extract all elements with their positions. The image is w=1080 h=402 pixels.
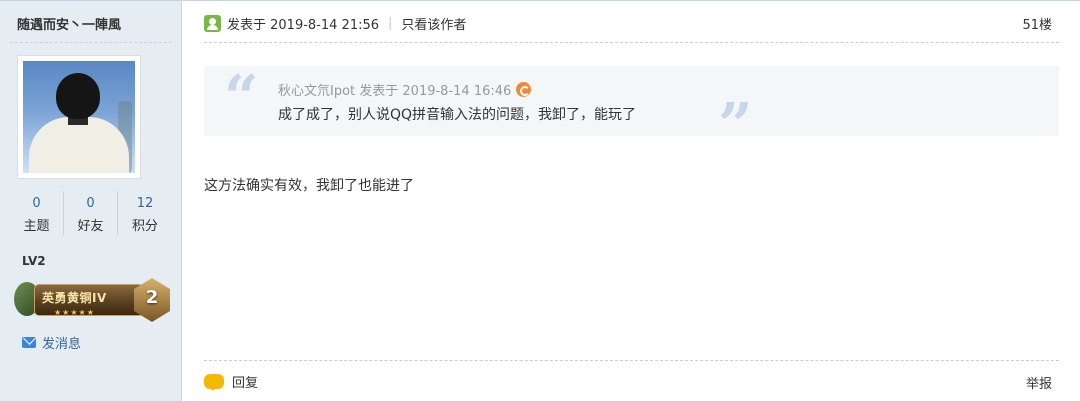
forum-post: 随遇而安丶一陣風 0 主题 0 好友 12 积分 LV2 英勇黄铜IV ★★★★… [0, 0, 1080, 402]
avatar-image [23, 61, 135, 173]
divider [204, 42, 1059, 43]
author-panel: 随遇而安丶一陣風 0 主题 0 好友 12 积分 LV2 英勇黄铜IV ★★★★… [0, 1, 182, 401]
avatar[interactable] [17, 55, 141, 179]
floor-number[interactable]: 51楼 [1022, 14, 1052, 33]
user-level: LV2 [22, 254, 46, 268]
rank-badge: 英勇黄铜IV ★★★★★ 2 [14, 278, 170, 324]
author-stats: 0 主题 0 好友 12 积分 [10, 191, 172, 235]
author-name[interactable]: 随遇而安丶一陣風 [17, 14, 121, 33]
stat-value: 12 [136, 196, 154, 211]
quote-header: 秋心文氘Ipot 发表于 2019-8-14 16:46 [278, 80, 532, 99]
post-body: 这方法确实有效，我卸了也能进了 [204, 178, 414, 194]
mail-icon [22, 337, 36, 348]
jump-to-post-icon[interactable] [516, 82, 532, 97]
quote-header-text: 秋心文氘Ipot 发表于 2019-8-14 16:46 [278, 84, 512, 99]
stat-label: 主题 [23, 219, 50, 234]
stat-label: 积分 [131, 219, 158, 234]
send-message-link[interactable]: 发消息 [22, 333, 81, 352]
author-only-link[interactable]: 只看该作者 [401, 14, 466, 33]
online-status-icon [204, 15, 221, 32]
quote-text: 成了成了，别人说QQ拼音输入法的问题，我卸了，能玩了 [278, 107, 637, 123]
quote-block: “ 秋心文氘Ipot 发表于 2019-8-14 16:46 成了成了，别人说Q… [204, 63, 1059, 156]
quote-close-icon: ” [718, 91, 753, 161]
reply-icon [204, 374, 224, 391]
stat-threads[interactable]: 0 主题 [10, 191, 64, 235]
send-message-label: 发消息 [42, 337, 82, 352]
quote-open-icon: “ [224, 63, 259, 133]
badge-title: 英勇黄铜IV [42, 291, 107, 305]
stat-label: 好友 [77, 219, 104, 234]
meta-separator: | [388, 16, 393, 31]
badge-tier: 2 [145, 287, 159, 308]
stat-points[interactable]: 12 积分 [118, 191, 172, 235]
post-meta: 发表于 2019-8-14 21:56 | 只看该作者 [204, 14, 466, 33]
divider [10, 42, 172, 43]
reply-label: 回复 [232, 376, 259, 391]
badge-stars: ★★★★★ [54, 308, 95, 317]
post-time: 发表于 2019-8-14 21:56 [227, 18, 380, 33]
report-button[interactable]: 举报 [1026, 373, 1052, 392]
divider [204, 360, 1059, 361]
post-content: 发表于 2019-8-14 21:56 | 只看该作者 51楼 “ 秋心文氘Ip… [183, 1, 1080, 401]
stat-friends[interactable]: 0 好友 [64, 191, 118, 235]
stat-value: 0 [86, 196, 95, 211]
reply-button[interactable]: 回复 [204, 372, 258, 391]
stat-value: 0 [32, 196, 41, 211]
